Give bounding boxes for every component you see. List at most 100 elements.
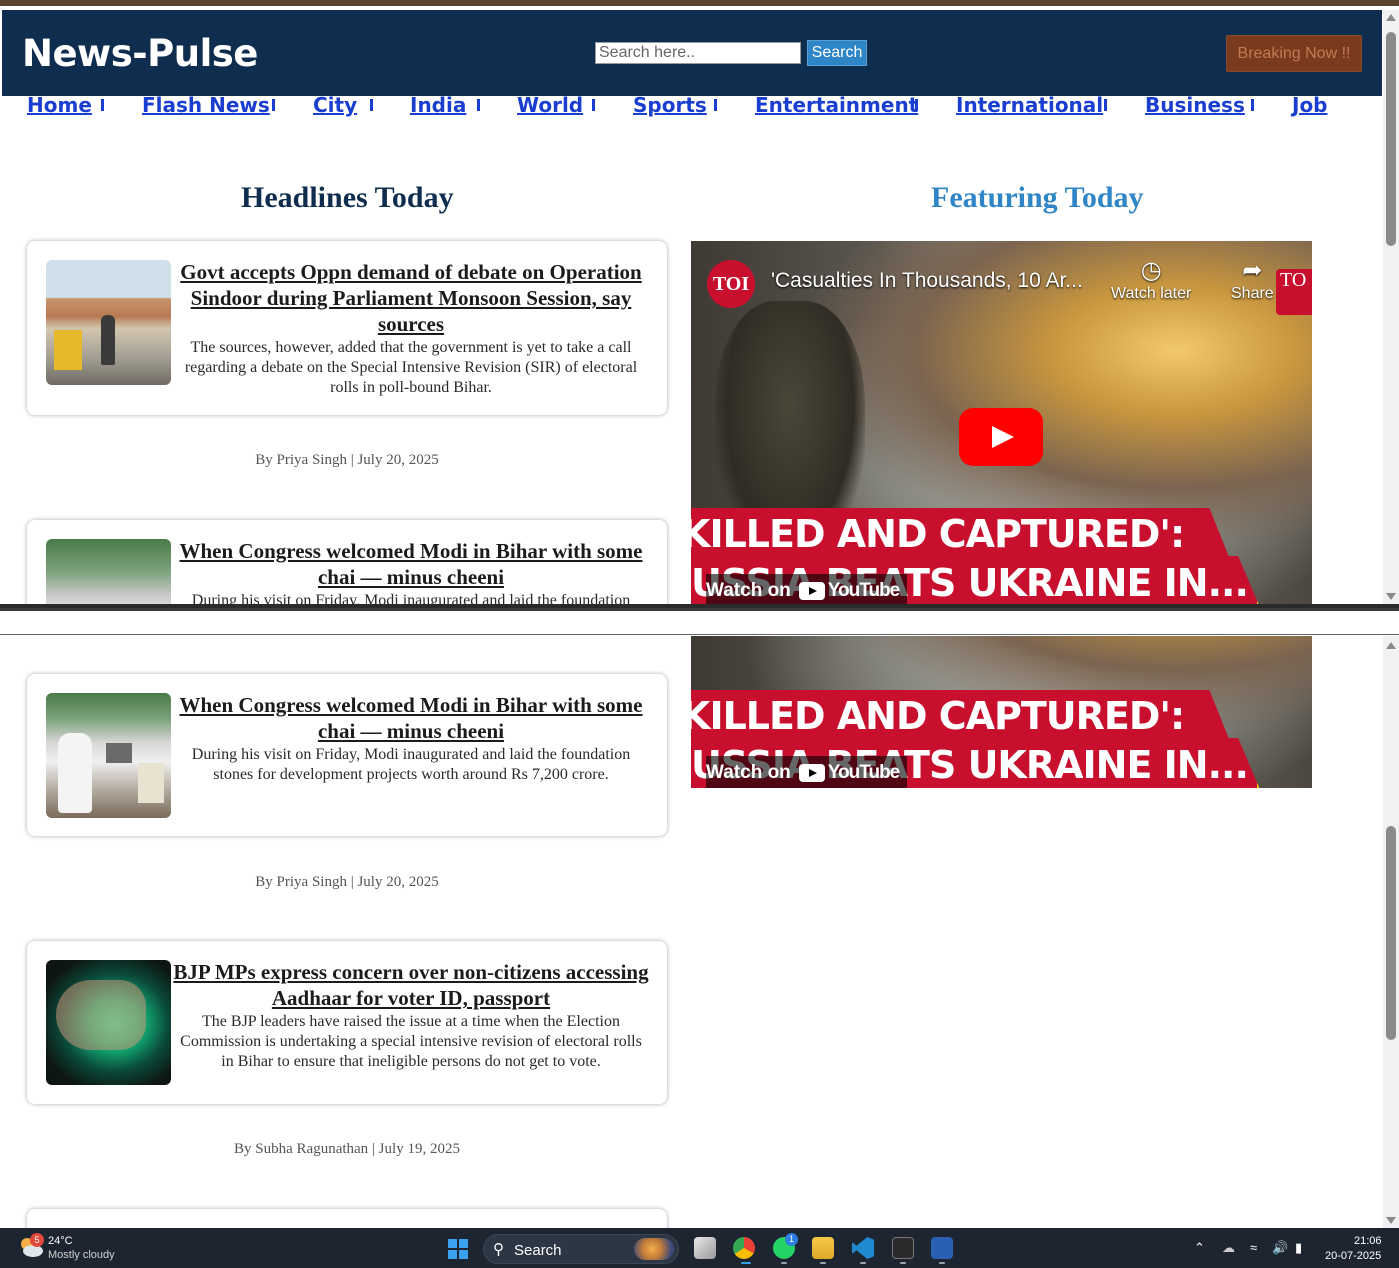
terminal-icon[interactable]: [892, 1237, 914, 1259]
article-title[interactable]: Govt accepts Oppn demand of debate on Op…: [173, 259, 649, 337]
nav-item-business[interactable]: Business: [1145, 93, 1245, 117]
clock-icon: ◷: [1140, 257, 1162, 284]
featured-video[interactable]: TOI 'Casualties In Thousands, 10 Ar... ◷…: [691, 241, 1312, 606]
nav-item-city[interactable]: City: [313, 93, 357, 117]
channel-avatar[interactable]: TOI: [707, 260, 755, 308]
article-description: The BJP leaders have raised the issue at…: [180, 1013, 642, 1070]
wifi-icon[interactable]: ≈: [1250, 1240, 1257, 1255]
banner-text: KILLED AND CAPTURED':: [691, 694, 1185, 738]
article-thumbnail[interactable]: [46, 693, 171, 818]
share-button[interactable]: ➦ Share: [1231, 257, 1274, 303]
nav-separator: [714, 99, 717, 111]
watch-on-youtube-button[interactable]: Watch on YouTube: [706, 574, 908, 606]
youtube-logo: YouTube: [798, 580, 900, 602]
volume-icon[interactable]: 🔊: [1272, 1240, 1288, 1256]
nav-separator: [272, 99, 275, 111]
article-title[interactable]: When Congress welcomed Modi in Bihar wit…: [173, 538, 649, 590]
scroll-down-arrow[interactable]: [1386, 1217, 1396, 1224]
clock-time[interactable]: 21:06: [1354, 1235, 1382, 1247]
share-label: Share: [1231, 285, 1274, 302]
app-indicator: [781, 1262, 787, 1264]
video-banner: KILLED AND CAPTURED': USSIA BEATS UKRAIN…: [691, 690, 1312, 788]
watch-later-button[interactable]: ◷ Watch later: [1111, 257, 1191, 303]
scroll-up-arrow[interactable]: [1386, 14, 1396, 21]
featured-video[interactable]: KILLED AND CAPTURED': USSIA BEATS UKRAIN…: [691, 636, 1312, 788]
screenshot-gap-line: [0, 634, 1399, 635]
play-icon[interactable]: [959, 408, 1043, 466]
nav-item-job[interactable]: Job: [1292, 93, 1328, 117]
article-description: During his visit on Friday, Modi inaugur…: [191, 746, 631, 783]
nav-item-home[interactable]: Home: [27, 93, 92, 117]
scrollbar[interactable]: [1383, 636, 1399, 1228]
article-byline: By Priya Singh | July 20, 2025: [255, 452, 439, 468]
screenshot-gap: [0, 608, 1399, 636]
weather-temperature[interactable]: 24°C: [48, 1235, 73, 1247]
article-byline: By Subha Ragunathan | July 19, 2025: [234, 1141, 460, 1157]
nav-item-india[interactable]: India: [410, 93, 466, 117]
article-thumbnail[interactable]: [46, 260, 171, 385]
hand-shape: [56, 980, 146, 1050]
article-text: Govt accepts Oppn demand of debate on Op…: [173, 259, 649, 398]
app-indicator: [900, 1262, 906, 1264]
watch-on-youtube-button[interactable]: Watch on YouTube: [706, 756, 908, 788]
barricade-shape: [54, 330, 82, 370]
whatsapp-badge: 1: [785, 1233, 798, 1246]
clock-date[interactable]: 20-07-2025: [1325, 1250, 1381, 1262]
nav-item-sports[interactable]: Sports: [633, 93, 707, 117]
nav-separator: [592, 99, 595, 111]
article-text: BJP MPs express concern over non-citizen…: [173, 959, 649, 1072]
article-card: Govt accepts Oppn demand of debate on Op…: [27, 241, 667, 415]
viewport-top: News-Pulse Search Breaking Now !! Home F…: [0, 0, 1399, 608]
app-indicator: [820, 1262, 826, 1264]
battery-icon[interactable]: ▮: [1295, 1240, 1302, 1256]
featuring-title: Featuring Today: [931, 181, 1144, 214]
article-text: When Congress welcomed Modi in Bihar wit…: [173, 692, 649, 785]
site-logo[interactable]: News-Pulse: [22, 32, 258, 75]
nav-item-world[interactable]: World: [517, 93, 583, 117]
taskbar-search[interactable]: ⚲ Search: [483, 1234, 679, 1264]
file-explorer-icon[interactable]: [812, 1237, 834, 1259]
youtube-wordmark: YouTube: [827, 762, 900, 783]
headlines-title: Headlines Today: [241, 181, 454, 214]
scroll-thumb[interactable]: [1386, 826, 1396, 1040]
search-input[interactable]: [595, 42, 801, 64]
vscode-icon[interactable]: [852, 1237, 874, 1259]
weather-description[interactable]: Mostly cloudy: [48, 1249, 115, 1261]
article-card: [27, 1209, 667, 1228]
nav-separator: [370, 99, 373, 111]
search-highlight-icon: [634, 1238, 674, 1260]
article-thumbnail[interactable]: [46, 539, 171, 608]
article-thumbnail[interactable]: [46, 960, 171, 1085]
windows-taskbar: 5 24°C Mostly cloudy ⚲ Search 1 ⌃ ☁ ≈ 🔊 …: [0, 1228, 1399, 1268]
article-title[interactable]: BJP MPs express concern over non-citizen…: [173, 959, 649, 1011]
nav-item-flash-news[interactable]: Flash News: [142, 93, 270, 117]
app-indicator: [939, 1262, 945, 1264]
article-text: When Congress welcomed Modi in Bihar wit…: [173, 538, 649, 608]
nav-separator: [1251, 99, 1254, 111]
youtube-logo: YouTube: [798, 762, 900, 784]
breaking-now-button[interactable]: Breaking Now !!: [1226, 35, 1362, 72]
task-view-icon[interactable]: [694, 1237, 716, 1259]
show-hidden-icons-chevron-icon[interactable]: ⌃: [1194, 1240, 1205, 1256]
nav-item-entertainment[interactable]: Entertainment: [755, 93, 918, 117]
article-title[interactable]: When Congress welcomed Modi in Bihar wit…: [173, 692, 649, 744]
nav-item-international[interactable]: International: [956, 93, 1103, 117]
article-card: BJP MPs express concern over non-citizen…: [27, 941, 667, 1104]
window-top-border: [0, 0, 1399, 6]
nav-separator: [915, 99, 918, 111]
scroll-down-arrow[interactable]: [1386, 593, 1396, 600]
word-icon[interactable]: [931, 1237, 953, 1259]
scrollbar[interactable]: [1383, 10, 1399, 606]
person-figure: [58, 733, 92, 813]
video-title[interactable]: 'Casualties In Thousands, 10 Ar...: [771, 269, 1083, 293]
network-alert-icon[interactable]: ☁: [1222, 1240, 1235, 1256]
chrome-icon[interactable]: [733, 1237, 755, 1259]
taskbar-search-label: Search: [514, 1242, 562, 1259]
watch-on-label: Watch on: [706, 762, 791, 783]
scroll-thumb[interactable]: [1386, 32, 1396, 246]
sign-shape: [138, 763, 164, 803]
scroll-up-arrow[interactable]: [1386, 642, 1396, 649]
windows-start-icon[interactable]: [448, 1239, 468, 1259]
search-button[interactable]: Search: [807, 40, 867, 66]
youtube-wordmark: YouTube: [827, 580, 900, 601]
